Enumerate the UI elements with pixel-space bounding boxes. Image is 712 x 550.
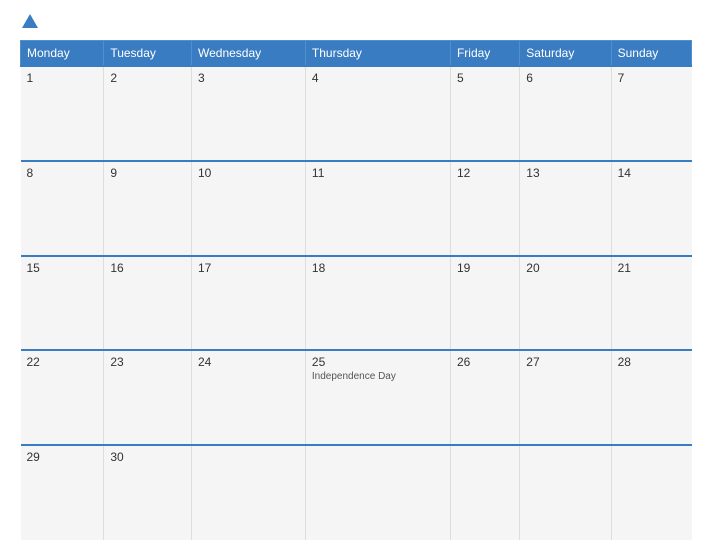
day-number: 2 [110,71,185,85]
day-number: 1 [27,71,98,85]
calendar-cell: 7 [611,66,691,161]
day-number: 12 [457,166,513,180]
day-number: 6 [526,71,604,85]
day-number: 28 [618,355,686,369]
week-row-2: 89 10 11 12 13 14 [21,161,692,256]
calendar-cell: 19 [450,256,519,351]
calendar-cell [191,445,305,540]
day-number: 13 [526,166,604,180]
column-header-thursday: Thursday [305,41,450,67]
calendar-cell: 26 [450,350,519,445]
calendar-cell: 24 [191,350,305,445]
day-number: 30 [110,450,185,464]
column-header-friday: Friday [450,41,519,67]
calendar-cell: 30 [104,445,192,540]
calendar-cell: 16 [104,256,192,351]
day-number: 21 [618,261,686,275]
day-number: 29 [27,450,98,464]
calendar-cell: 9 [104,161,192,256]
day-number: 26 [457,355,513,369]
calendar-cell: 23 [104,350,192,445]
week-row-1: 1234567 [21,66,692,161]
calendar-cell: 11 [305,161,450,256]
calendar-cell: 3 [191,66,305,161]
day-number: 18 [312,261,444,275]
calendar-cell: 29 [21,445,104,540]
calendar-cell: 12 [450,161,519,256]
day-number: 22 [27,355,98,369]
column-header-monday: Monday [21,41,104,67]
week-row-5: 29 30 [21,445,692,540]
calendar-cell: 18 [305,256,450,351]
week-row-3: 15 16 17 18 19 20 21 [21,256,692,351]
calendar-cell: 8 [21,161,104,256]
day-number: 25 [312,355,444,369]
calendar-cell: 28 [611,350,691,445]
calendar-cell: 10 [191,161,305,256]
column-header-sunday: Sunday [611,41,691,67]
calendar-table: MondayTuesdayWednesdayThursdayFridaySatu… [20,40,692,540]
day-number: 20 [526,261,604,275]
calendar-cell: 20 [520,256,611,351]
day-number: 3 [198,71,299,85]
day-number: 17 [198,261,299,275]
day-number: 24 [198,355,299,369]
logo [20,14,40,28]
calendar-cell: 14 [611,161,691,256]
calendar-page: MondayTuesdayWednesdayThursdayFridaySatu… [0,0,712,550]
header [20,10,692,32]
day-number: 16 [110,261,185,275]
calendar-cell: 25 Independence Day [305,350,450,445]
day-number: 19 [457,261,513,275]
column-header-tuesday: Tuesday [104,41,192,67]
calendar-cell [450,445,519,540]
day-number: 5 [457,71,513,85]
calendar-cell: 21 [611,256,691,351]
calendar-header-row: MondayTuesdayWednesdayThursdayFridaySatu… [21,41,692,67]
day-number: 10 [198,166,299,180]
day-number: 14 [618,166,686,180]
calendar-cell: 27 [520,350,611,445]
day-number: 23 [110,355,185,369]
column-header-wednesday: Wednesday [191,41,305,67]
calendar-cell: 4 [305,66,450,161]
day-number: 15 [27,261,98,275]
calendar-cell: 1 [21,66,104,161]
calendar-cell: 5 [450,66,519,161]
day-number: 4 [312,71,444,85]
column-header-saturday: Saturday [520,41,611,67]
day-number: 9 [110,166,185,180]
calendar-cell: 13 [520,161,611,256]
calendar-cell [520,445,611,540]
day-number: 11 [312,166,444,180]
day-number: 8 [27,166,98,180]
calendar-cell: 6 [520,66,611,161]
calendar-cell: 22 [21,350,104,445]
day-number: 7 [618,71,686,85]
calendar-cell: 2 [104,66,192,161]
day-number: 27 [526,355,604,369]
logo-triangle-icon [22,14,38,28]
week-row-4: 22 23 24 25 Independence Day 26 27 28 [21,350,692,445]
calendar-cell: 15 [21,256,104,351]
calendar-cell [611,445,691,540]
calendar-cell: 17 [191,256,305,351]
calendar-cell [305,445,450,540]
holiday-label: Independence Day [312,371,444,382]
